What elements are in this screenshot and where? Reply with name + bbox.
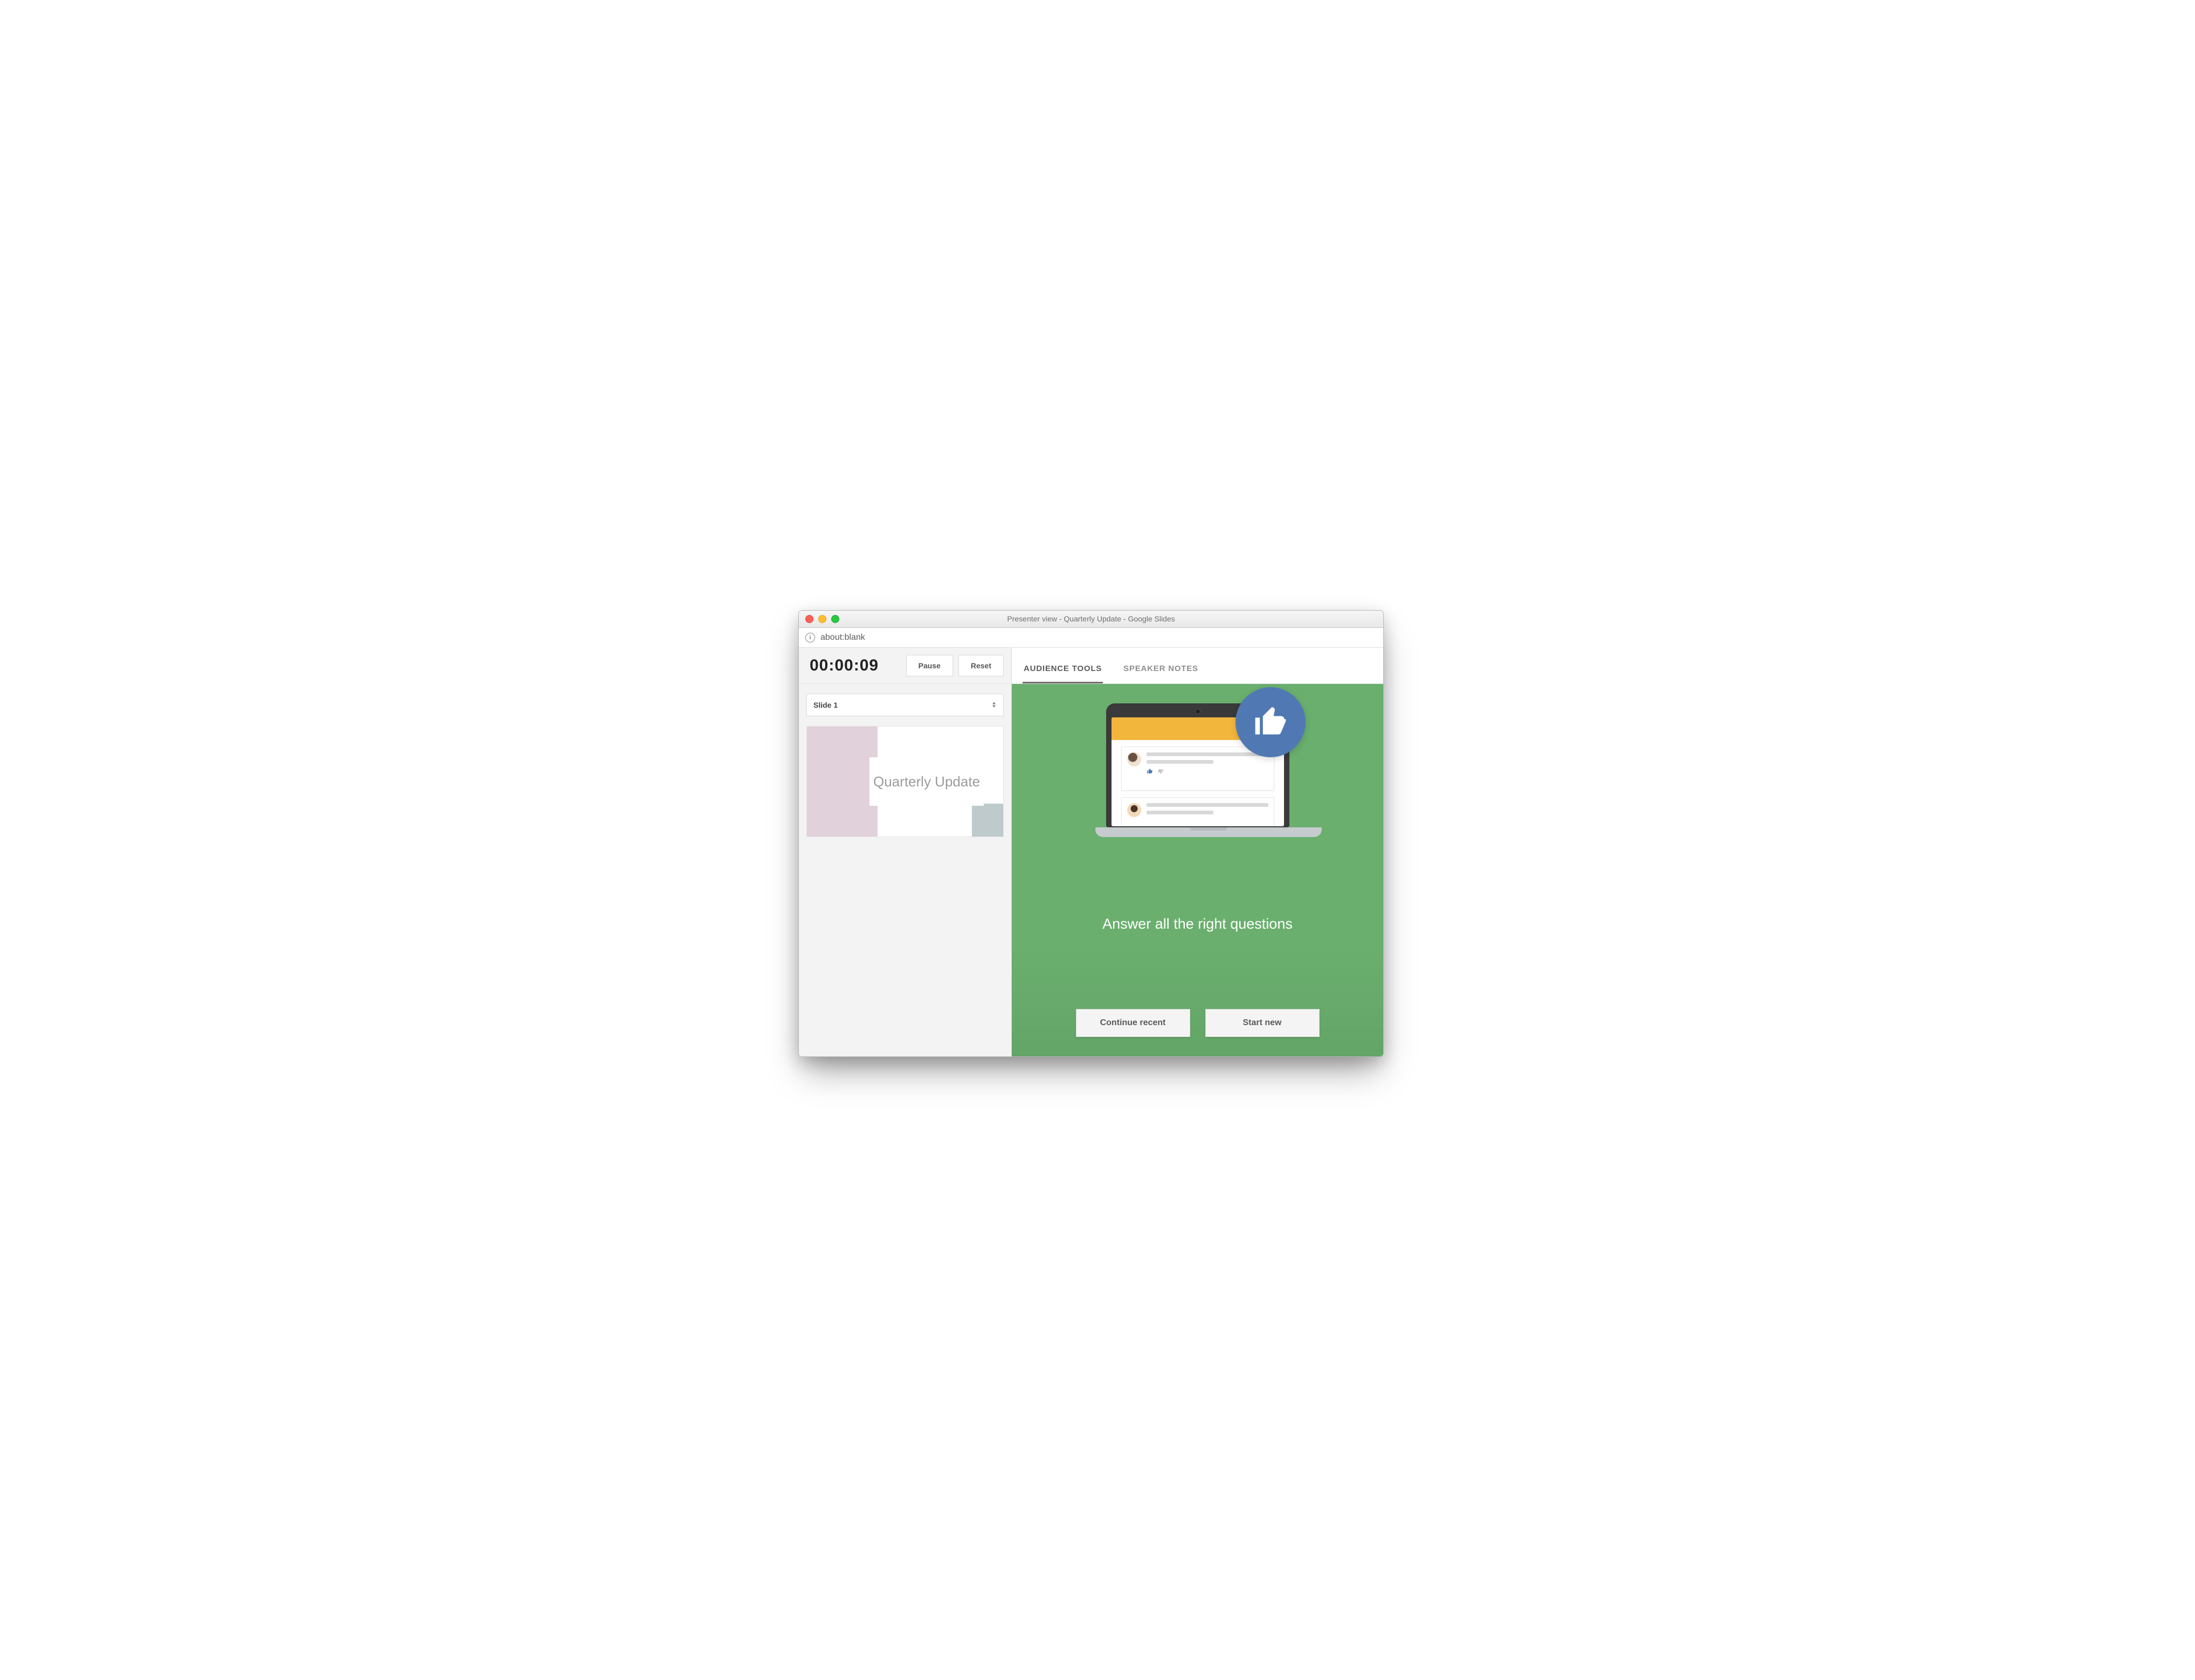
thumbnail-shape xyxy=(807,727,878,837)
camera-icon xyxy=(1195,709,1200,714)
slide-selector[interactable]: Slide 1 ▲▼ xyxy=(806,694,1004,716)
tab-bar: AUDIENCE TOOLS SPEAKER NOTES xyxy=(1012,648,1383,684)
timer-display: 00:00:09 xyxy=(806,656,901,675)
thumbnail-title: Quarterly Update xyxy=(869,757,983,806)
timer-bar: 00:00:09 Pause Reset xyxy=(799,648,1011,684)
address-bar[interactable]: i about:blank xyxy=(799,628,1383,648)
avatar-icon xyxy=(1127,803,1141,817)
thumbs-up-icon xyxy=(1147,768,1153,774)
slide-selector-label: Slide 1 xyxy=(813,701,838,709)
tab-audience-tools[interactable]: AUDIENCE TOOLS xyxy=(1023,664,1103,683)
titlebar[interactable]: Presenter view - Quarterly Update - Goog… xyxy=(799,611,1383,628)
reset-button[interactable]: Reset xyxy=(958,655,1004,676)
minimize-window-icon[interactable] xyxy=(818,615,826,623)
window-title: Presenter view - Quarterly Update - Goog… xyxy=(799,614,1383,623)
info-icon[interactable]: i xyxy=(805,633,815,642)
right-panel: AUDIENCE TOOLS SPEAKER NOTES xyxy=(1012,648,1383,1056)
panel-headline: Answer all the right questions xyxy=(1012,916,1383,932)
audience-tools-panel: Answer all the right questions Continue … xyxy=(1012,684,1383,1056)
thumbs-up-badge-icon xyxy=(1235,687,1306,757)
continue-recent-button[interactable]: Continue recent xyxy=(1076,1009,1190,1037)
left-panel: 00:00:09 Pause Reset Slide 1 ▲▼ Quarterl… xyxy=(799,648,1012,1056)
start-new-button[interactable]: Start new xyxy=(1205,1009,1320,1037)
close-window-icon[interactable] xyxy=(805,615,813,623)
pause-button[interactable]: Pause xyxy=(906,655,953,676)
slide-thumbnail[interactable]: Quarterly Update xyxy=(806,726,1004,838)
thumbnail-shape xyxy=(972,804,1003,836)
tab-speaker-notes[interactable]: SPEAKER NOTES xyxy=(1122,664,1199,683)
thumbs-down-icon xyxy=(1157,768,1164,774)
browser-window: Presenter view - Quarterly Update - Goog… xyxy=(798,610,1384,1057)
stepper-icon: ▲▼ xyxy=(991,702,997,708)
address-text: about:blank xyxy=(820,633,865,642)
panel-actions: Continue recent Start new xyxy=(1012,1009,1383,1037)
content-split: 00:00:09 Pause Reset Slide 1 ▲▼ Quarterl… xyxy=(799,648,1383,1056)
qa-illustration xyxy=(1085,703,1311,837)
avatar-icon xyxy=(1127,752,1141,766)
maximize-window-icon[interactable] xyxy=(831,615,839,623)
traffic-lights xyxy=(805,615,839,623)
